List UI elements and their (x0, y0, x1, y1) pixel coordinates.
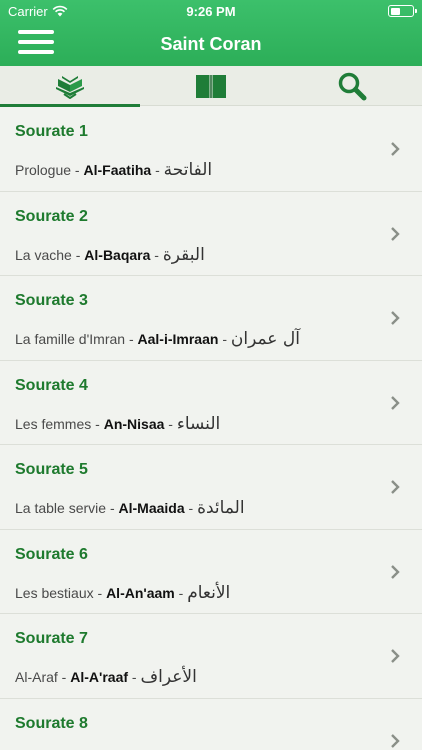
sourate-title: Sourate 3 (15, 292, 88, 309)
sourate-subtitle: Al-Araf - Al-A'raaf - الأعراف (15, 667, 197, 687)
sourate-title: Sourate 1 (15, 123, 88, 140)
open-book-icon (196, 75, 226, 98)
sourate-french-name: Les bestiaux (15, 584, 94, 601)
sourate-french-name: La famille d'Imran (15, 331, 126, 347)
chevron-right-icon (391, 564, 400, 579)
search-icon (338, 72, 367, 101)
sourate-french-name: Les femmes (15, 415, 92, 432)
sourate-arabic: الأنعام (187, 582, 231, 603)
sourate-translit: Al-Maaida (118, 500, 185, 516)
tab-bar (0, 66, 422, 107)
status-time: 9:26 PM (186, 4, 236, 19)
sourate-arabic: آل عمران (230, 329, 300, 349)
sourate-subtitle: Prologue - Al-Faatiha - الفاتحة (15, 160, 213, 180)
sourate-translit: Al-Faatiha (83, 162, 152, 178)
status-bar: Carrier 9:26 PM (0, 0, 422, 22)
sourate-subtitle: La table servie - Al-Maaida - المائدة (15, 498, 245, 518)
sourate-title: Sourate 7 (15, 630, 88, 647)
chevron-right-icon (391, 395, 400, 410)
quran-book-icon (56, 76, 84, 99)
sourate-translit: Al-A'raaf (70, 669, 129, 685)
sourate-title: Sourate 6 (15, 545, 88, 563)
sourate-translit: An-Nisaa (103, 415, 165, 432)
list-item[interactable]: Sourate 7 Al-Araf - Al-A'raaf - الأعراف (0, 614, 422, 699)
list-item[interactable]: Sourate 8 (0, 699, 422, 750)
list-item[interactable]: Sourate 1 Prologue - Al-Faatiha - الفاتح… (0, 107, 422, 192)
sourate-translit: Al-Baqara (84, 246, 151, 263)
sourate-title: Sourate 8 (15, 714, 88, 732)
list-item[interactable]: Sourate 2 La vache - Al-Baqara - البقرة (0, 192, 422, 276)
sourate-arabic: الفاتحة (163, 160, 213, 180)
chevron-right-icon (391, 649, 400, 663)
list-item[interactable]: Sourate 5 La table servie - Al-Maaida - … (0, 445, 422, 530)
tab-quran[interactable] (0, 66, 140, 107)
sourate-title: Sourate 5 (15, 461, 88, 478)
sourate-list: Sourate 1 Prologue - Al-Faatiha - الفاتح… (0, 107, 422, 750)
chevron-right-icon (391, 311, 400, 325)
list-item[interactable]: Sourate 6 Les bestiaux - Al-An'aam - الأ… (0, 530, 422, 614)
sourate-translit: Aal-i-Imraan (137, 331, 219, 347)
chevron-right-icon (391, 733, 400, 748)
sourate-arabic: المائدة (197, 498, 245, 518)
sourate-title: Sourate 4 (15, 376, 88, 394)
sourate-french-name: La vache (15, 246, 72, 263)
tab-read[interactable] (141, 66, 281, 106)
battery-icon (388, 5, 417, 17)
sourate-arabic: الأعراف (140, 667, 197, 687)
chevron-right-icon (391, 480, 400, 494)
sourate-title: Sourate 2 (15, 207, 88, 225)
app-header: Carrier 9:26 PM Saint Coran (0, 0, 422, 66)
sourate-french-name: Prologue (15, 162, 72, 178)
chevron-right-icon (391, 226, 400, 241)
sourate-arabic: النساء (176, 413, 221, 434)
sourate-subtitle: La vache - Al-Baqara - البقرة (15, 244, 205, 265)
page-title: Saint Coran (160, 34, 262, 54)
sourate-arabic: البقرة (162, 244, 205, 265)
chevron-right-icon (391, 142, 400, 156)
list-item[interactable]: Sourate 3 La famille d'Imran - Aal-i-Imr… (0, 276, 422, 361)
sourate-french-name: Al-Araf (15, 669, 58, 685)
sourate-french-name: La table servie (15, 500, 107, 516)
sourate-subtitle: Les bestiaux - Al-An'aam - الأنعام (15, 582, 231, 603)
list-item[interactable]: Sourate 4 Les femmes - An-Nisaa - النساء (0, 361, 422, 445)
sourate-translit: Al-An'aam (106, 584, 175, 601)
sourate-subtitle: Les femmes - An-Nisaa - النساء (15, 413, 221, 434)
tab-search[interactable] (282, 66, 422, 106)
sourate-subtitle: La famille d'Imran - Aal-i-Imraan - آل ع… (15, 329, 300, 349)
